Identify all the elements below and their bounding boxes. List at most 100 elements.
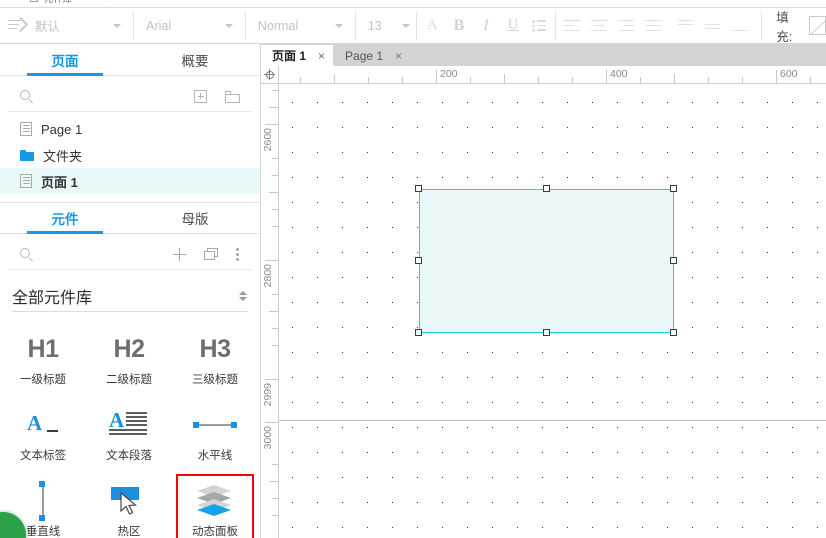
heading2-icon: H2 <box>114 329 145 369</box>
align-right-icon <box>617 19 634 32</box>
valign-bottom-button[interactable] <box>726 12 753 40</box>
underline-button[interactable]: U <box>499 12 526 40</box>
dynamic-panel-icon <box>195 485 235 517</box>
bullet-list-icon <box>532 20 547 32</box>
search-icon[interactable] <box>20 248 33 262</box>
fill-control[interactable]: 填充: <box>764 7 826 45</box>
heading1-glyph: H1 <box>27 334 59 363</box>
chevron-down-icon <box>401 23 410 28</box>
canvas-tabbar: 页面 1 × Page 1 × <box>261 44 826 66</box>
list-item[interactable]: 页面 1 <box>0 168 260 194</box>
tab-pages[interactable]: 页面 <box>0 44 130 76</box>
toolbar-divider <box>761 11 763 40</box>
align-center-button[interactable] <box>585 12 612 40</box>
list-item[interactable]: Page 1 <box>0 116 260 142</box>
text-style-icon <box>8 16 29 34</box>
close-icon[interactable]: × <box>395 49 402 63</box>
font-weight-selector[interactable]: Normal <box>248 8 353 44</box>
resize-handle-se[interactable] <box>670 329 677 336</box>
resize-handle-n[interactable] <box>543 185 550 192</box>
canvas-tab-page1-cn[interactable]: 页面 1 × <box>261 45 334 66</box>
resize-handle-w[interactable] <box>415 257 422 264</box>
bold-button[interactable]: B <box>445 12 472 40</box>
chevron-down-icon <box>224 23 233 28</box>
font-family-value: Arial <box>146 18 172 33</box>
font-color-icon[interactable]: A <box>418 12 445 40</box>
widgets-toolbar <box>8 240 252 270</box>
tab-outline[interactable]: 概要 <box>130 44 260 75</box>
fill-color-swatch[interactable] <box>809 16 826 35</box>
ruler-v-label: 3000 <box>262 426 274 450</box>
resize-handle-sw[interactable] <box>415 329 422 336</box>
vertical-line-icon <box>38 481 48 521</box>
ruler-v-guide-label: 2999 <box>262 383 274 407</box>
duplicate-icon[interactable] <box>204 248 218 261</box>
more-options-icon[interactable] <box>236 247 240 262</box>
widget-label: 垂直线 <box>25 526 61 538</box>
window-tab-icon <box>30 0 38 2</box>
align-justify-icon <box>644 19 661 32</box>
add-page-icon[interactable] <box>194 90 207 103</box>
add-folder-icon[interactable] <box>225 90 240 103</box>
left-panel: 页面 概要 Page 1 文件夹 页面 1 元件 母版 全部元件库 H1 一级标… <box>0 44 261 538</box>
widget-heading1[interactable]: H1 一级标题 <box>0 320 86 396</box>
widget-label: 一级标题 <box>20 374 66 386</box>
text-format-group: A B I U <box>418 8 553 44</box>
horizontal-ruler[interactable]: 200 400 600 <box>279 66 826 84</box>
valign-middle-button[interactable] <box>699 12 726 40</box>
vertical-ruler[interactable]: 2600 2800 2999 3000 <box>261 84 279 538</box>
widget-text-paragraph[interactable]: A 文本段落 <box>86 396 172 472</box>
heading1-icon: H1 <box>28 329 59 369</box>
pages-toolbar <box>8 82 252 112</box>
horizontal-guide[interactable] <box>279 420 826 421</box>
add-library-icon[interactable] <box>173 248 186 261</box>
style-selector[interactable]: 默认 <box>0 16 131 35</box>
widget-grid: H1 一级标题 H2 二级标题 H3 三级标题 A 文本标签 A 文本段落 水平… <box>0 312 260 538</box>
resize-handle-ne[interactable] <box>670 185 677 192</box>
widget-hotspot[interactable]: 热区 <box>86 472 172 538</box>
selected-shape[interactable] <box>419 189 674 333</box>
widget-dynamic-panel[interactable]: 动态面板 <box>172 472 258 538</box>
vertical-align-group <box>672 8 753 44</box>
resize-handle-nw[interactable] <box>415 185 422 192</box>
close-icon[interactable]: × <box>318 49 325 63</box>
pages-tabbar: 页面 概要 <box>0 44 260 76</box>
align-left-button[interactable] <box>558 12 585 40</box>
resize-handle-s[interactable] <box>543 329 550 336</box>
tree-item-label: Page 1 <box>41 121 83 137</box>
heading2-glyph: H2 <box>113 334 145 363</box>
search-icon[interactable] <box>20 90 33 104</box>
valign-top-button[interactable] <box>672 12 699 40</box>
align-justify-button[interactable] <box>639 12 666 40</box>
font-size-selector[interactable]: 13 <box>358 8 414 44</box>
bullet-list-button[interactable] <box>526 12 553 40</box>
ruler-h-label: 600 <box>780 68 798 80</box>
list-item[interactable]: 文件夹 <box>0 142 260 168</box>
toolbar-divider <box>354 11 356 40</box>
tab-masters[interactable]: 母版 <box>130 203 260 233</box>
widget-heading2[interactable]: H2 二级标题 <box>86 320 172 396</box>
valign-middle-icon <box>704 19 721 33</box>
library-selector-value: 全部元件库 <box>12 289 93 307</box>
toolbar-divider <box>244 11 246 40</box>
widget-text-label[interactable]: A 文本标签 <box>0 396 86 472</box>
canvas-tab-label: Page 1 <box>345 48 384 63</box>
ruler-origin-button[interactable] <box>261 66 279 84</box>
canvas-tab-page1-en[interactable]: Page 1 × <box>334 45 411 66</box>
align-center-icon <box>590 19 607 32</box>
library-selector[interactable]: 全部元件库 <box>12 280 248 312</box>
page-icon <box>20 174 32 188</box>
align-right-button[interactable] <box>612 12 639 40</box>
horizontal-line-icon <box>193 420 237 430</box>
valign-bottom-icon <box>731 19 748 33</box>
tab-widgets[interactable]: 元件 <box>0 203 130 234</box>
design-canvas[interactable] <box>279 84 826 538</box>
font-family-selector[interactable]: Arial <box>136 8 243 44</box>
italic-button[interactable]: I <box>472 12 499 40</box>
resize-handle-e[interactable] <box>670 257 677 264</box>
pages-tree: Page 1 文件夹 页面 1 <box>0 112 260 194</box>
hotspot-icon <box>109 485 149 517</box>
widget-heading3[interactable]: H3 三级标题 <box>172 320 258 396</box>
widget-label: 文本标签 <box>20 450 66 462</box>
widget-horizontal-line[interactable]: 水平线 <box>172 396 258 472</box>
